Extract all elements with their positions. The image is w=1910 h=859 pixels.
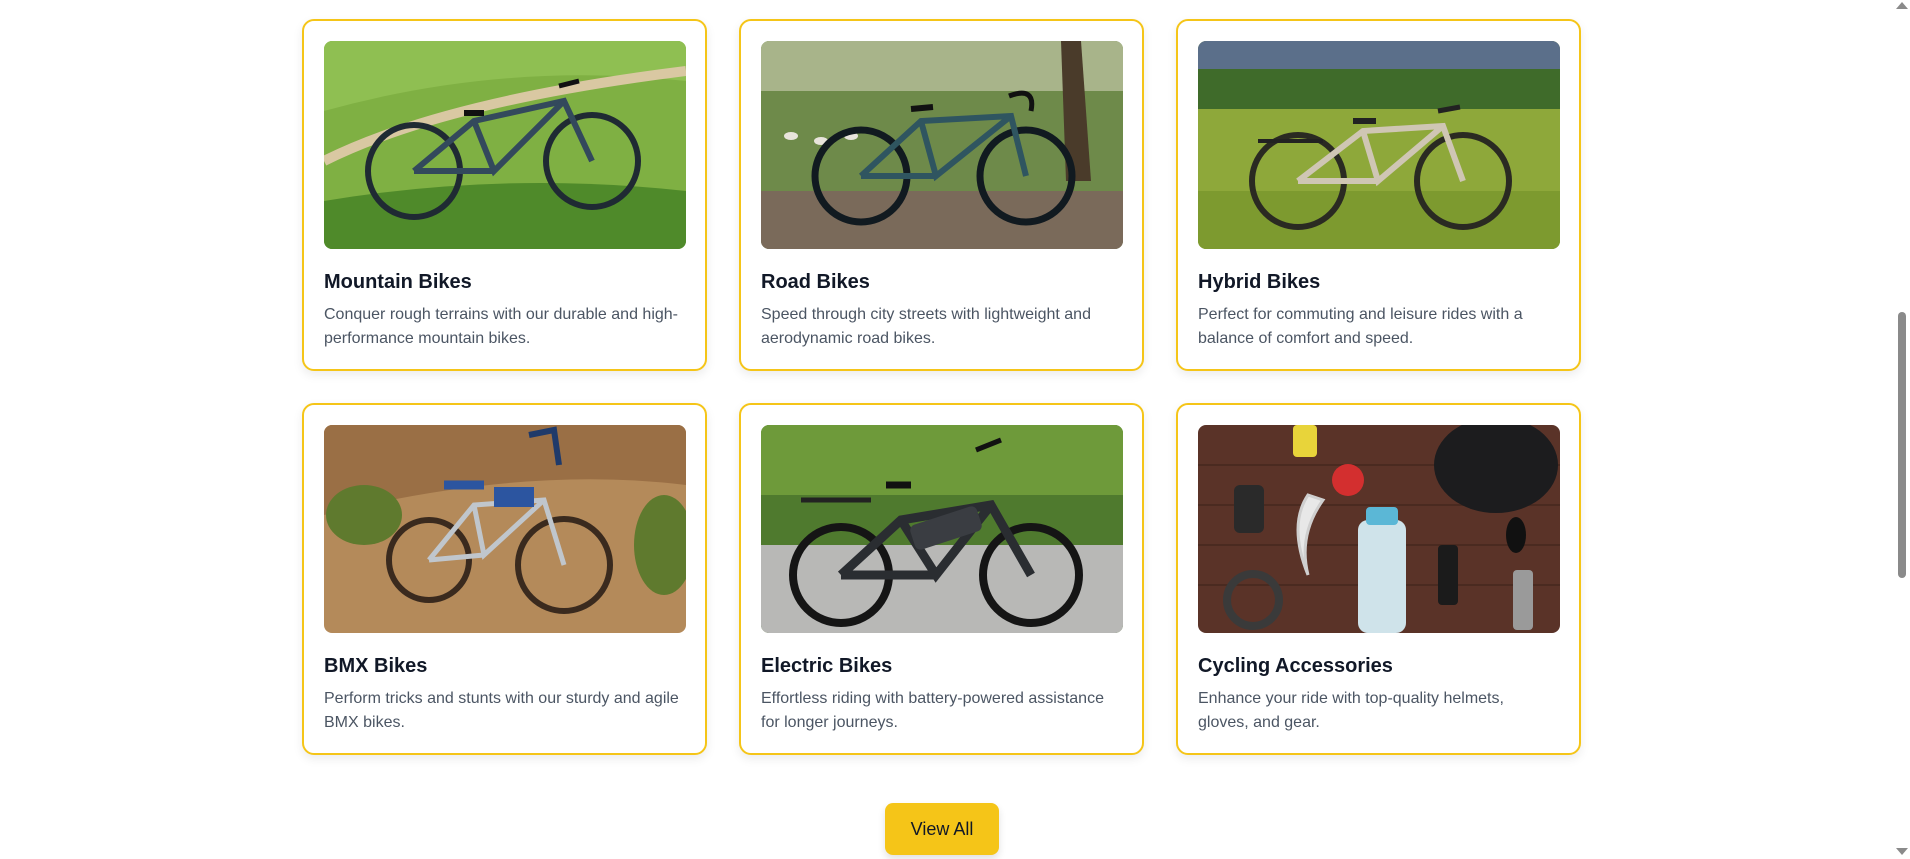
category-card-bmx-bikes[interactable]: BMX Bikes Perform tricks and stunts with… xyxy=(302,403,707,755)
card-description: Perfect for commuting and leisure rides … xyxy=(1198,306,1523,347)
card-description: Speed through city streets with lightwei… xyxy=(761,306,1091,347)
category-card-hybrid-bikes[interactable]: Hybrid Bikes Perfect for commuting and l… xyxy=(1176,19,1581,371)
card-title: Hybrid Bikes xyxy=(1198,271,1321,293)
vertical-scrollbar[interactable] xyxy=(1893,0,1910,859)
card-description: Conquer rough terrains with our durable … xyxy=(324,306,678,347)
view-all-button[interactable]: View All xyxy=(885,803,999,855)
card-title: Electric Bikes xyxy=(761,655,893,677)
scroll-up-arrow-icon[interactable] xyxy=(1896,2,1908,9)
bmx-bike-image xyxy=(324,425,686,633)
card-title: BMX Bikes xyxy=(324,655,428,677)
page: Mountain Bikes Conquer rough terrains wi… xyxy=(0,0,1910,859)
road-bike-image xyxy=(761,41,1123,249)
card-description: Effortless riding with battery-powered a… xyxy=(761,690,1104,731)
scroll-down-arrow-icon[interactable] xyxy=(1896,848,1908,855)
category-card-cycling-accessories[interactable]: Cycling Accessories Enhance your ride wi… xyxy=(1176,403,1581,755)
electric-bike-image xyxy=(761,425,1123,633)
mountain-bike-image xyxy=(324,41,686,249)
cycling-accessories-image xyxy=(1198,425,1560,633)
category-card-road-bikes[interactable]: Road Bikes Speed through city streets wi… xyxy=(739,19,1144,371)
card-description: Enhance your ride with top-quality helme… xyxy=(1198,690,1504,731)
hybrid-bike-image xyxy=(1198,41,1560,249)
card-description: Perform tricks and stunts with our sturd… xyxy=(324,690,679,731)
category-card-mountain-bikes[interactable]: Mountain Bikes Conquer rough terrains wi… xyxy=(302,19,707,371)
card-title: Road Bikes xyxy=(761,271,870,293)
category-grid: Mountain Bikes Conquer rough terrains wi… xyxy=(302,19,1582,755)
scrollbar-thumb[interactable] xyxy=(1898,312,1906,578)
category-card-electric-bikes[interactable]: Electric Bikes Effortless riding with ba… xyxy=(739,403,1144,755)
card-title: Cycling Accessories xyxy=(1198,655,1393,677)
card-title: Mountain Bikes xyxy=(324,271,472,293)
